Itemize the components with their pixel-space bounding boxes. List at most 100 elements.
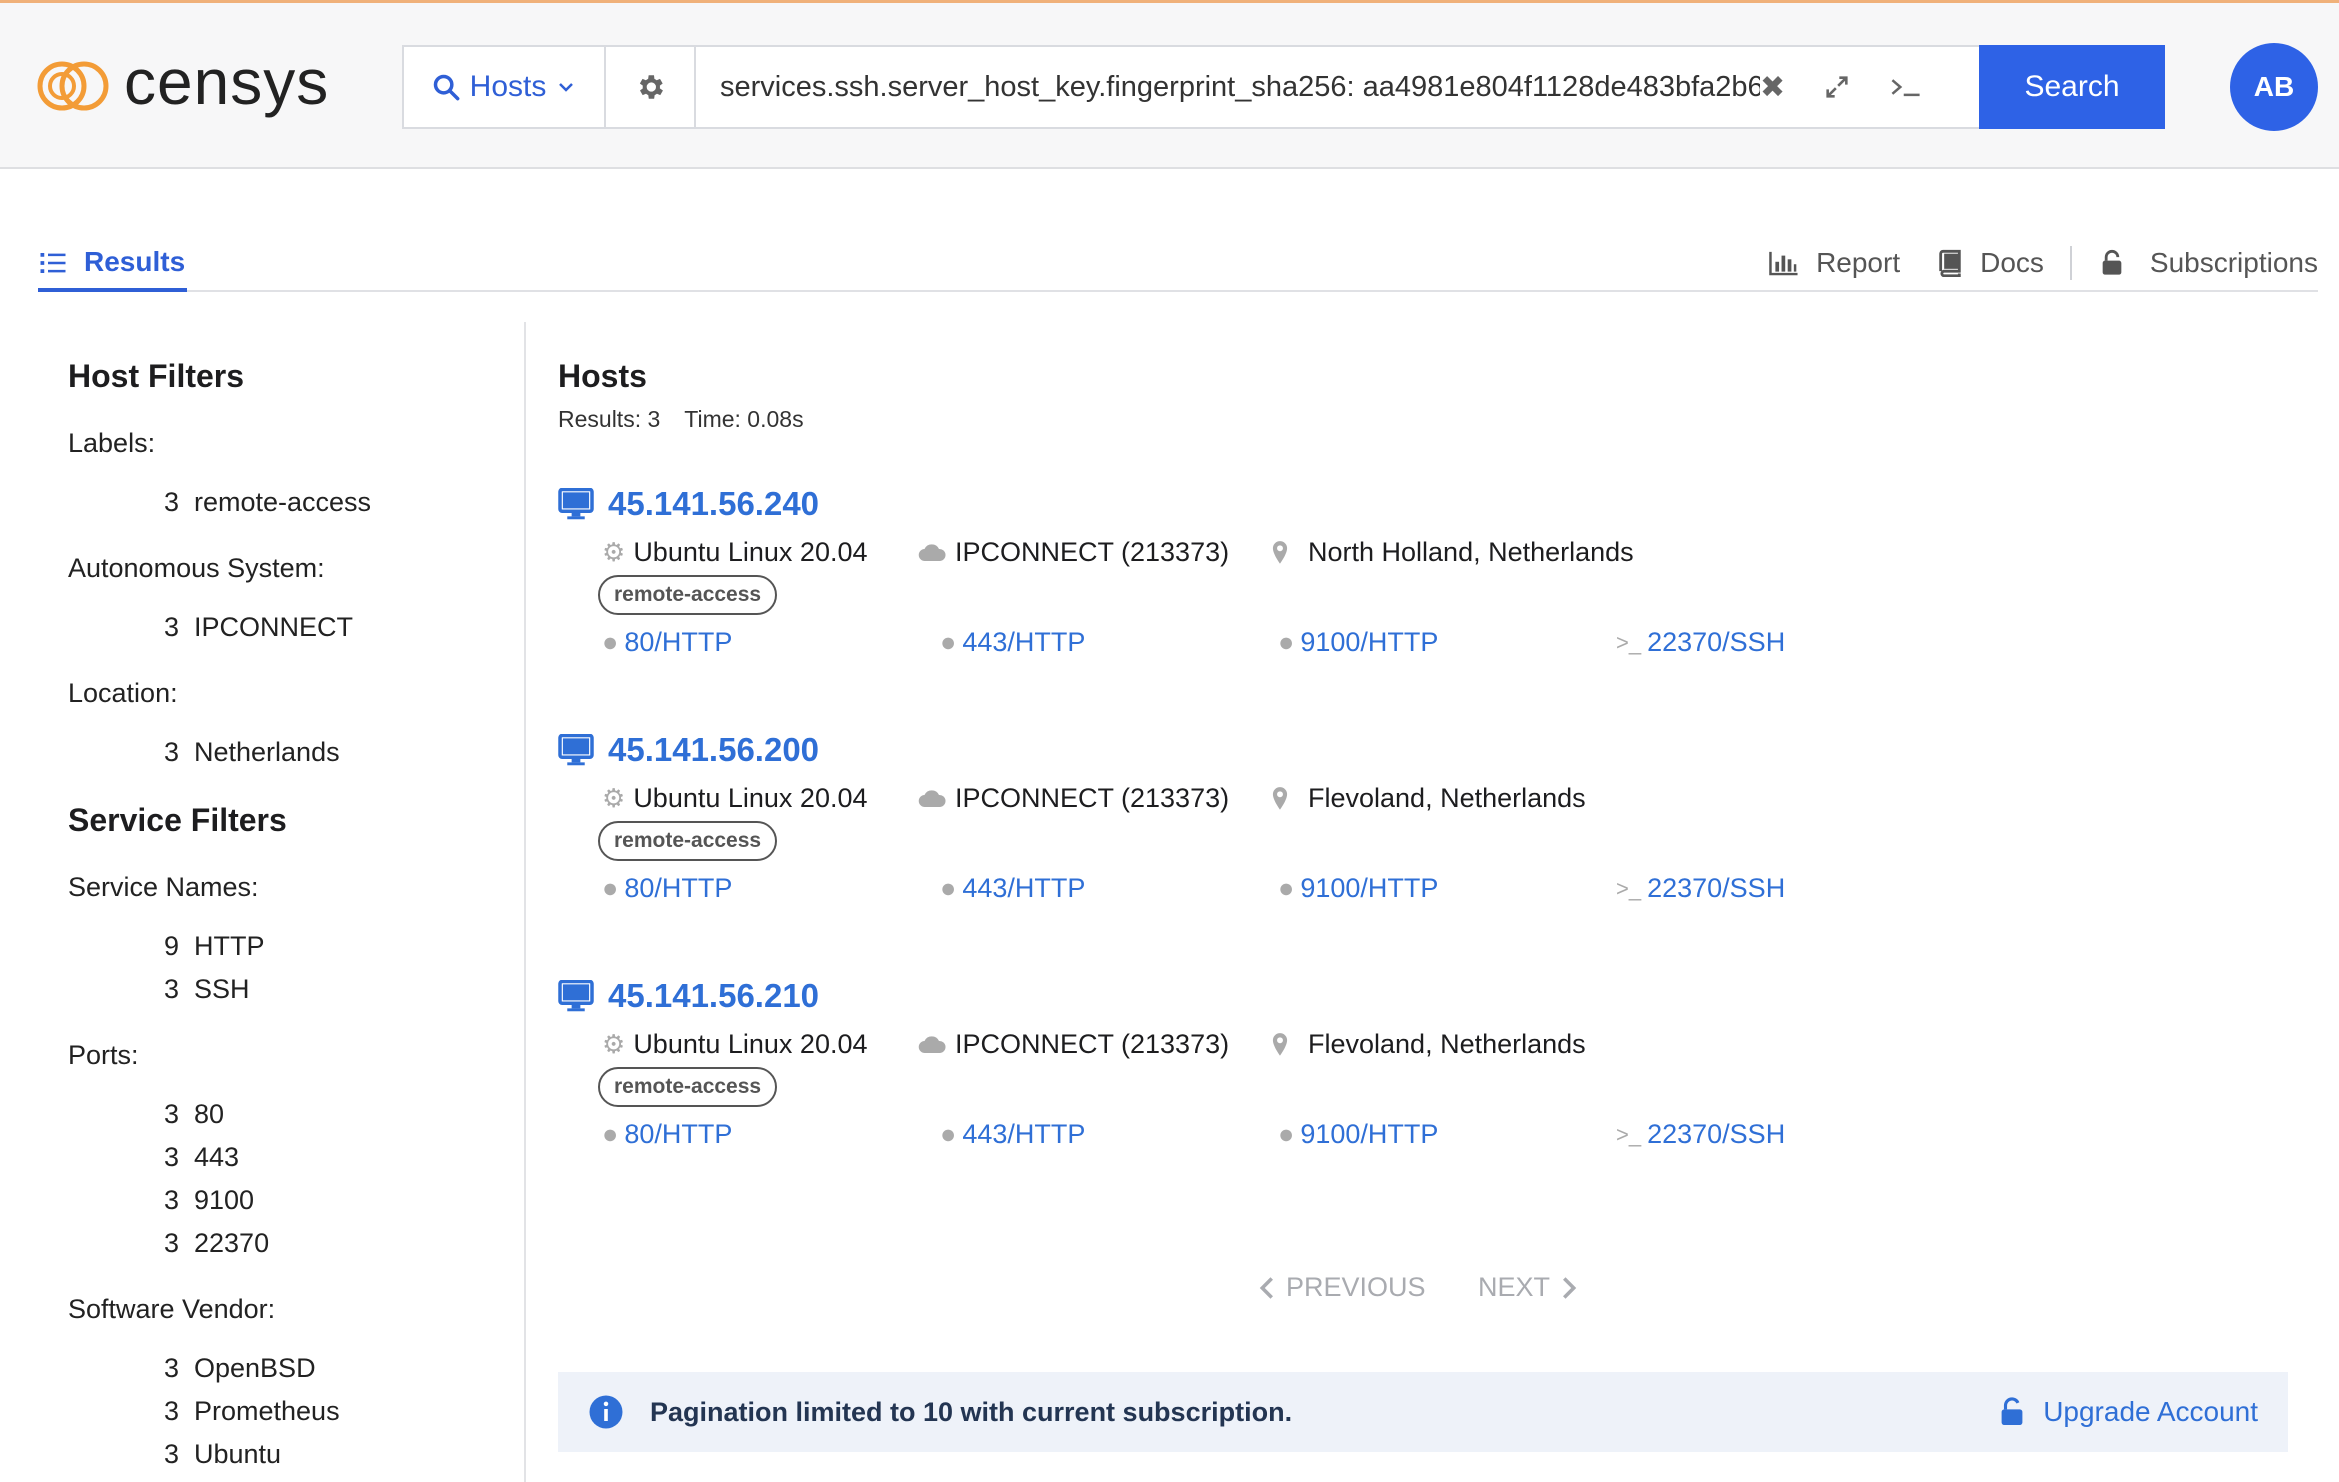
service-label: 443/HTTP [962,873,1086,903]
previous-page-button[interactable]: PREVIOUS [1258,1272,1426,1303]
service-link[interactable]: ● 9100/HTTP [1278,627,1438,658]
host-asn-label: IPCONNECT (213373) [955,1029,1230,1059]
host-os-label: Ubuntu Linux 20.04 [633,783,868,813]
filter-item-port-9100[interactable]: 3 9100 [164,1185,254,1216]
terminal-icon[interactable] [1889,73,1923,101]
service-link[interactable]: ● 443/HTTP [940,1119,1085,1150]
tab-report-label: Report [1816,247,1901,278]
service-link[interactable]: ● 80/HTTP [602,1119,732,1150]
service-link[interactable]: ● 80/HTTP [602,627,732,658]
globe-icon: ● [940,627,957,657]
host-ip: 45.141.56.200 [608,731,820,768]
tab-report[interactable]: Report [1768,247,1900,279]
service-link[interactable]: ● 80/HTTP [602,873,732,904]
globe-icon: ● [1278,873,1295,903]
upgrade-account-link[interactable]: Upgrade Account [1999,1396,2258,1428]
service-link[interactable]: >_ 22370/SSH [1616,627,1785,658]
terminal-icon: >_ [1616,875,1642,901]
filter-name: remote-access [194,487,372,517]
results-meta: Results: 3 Time: 0.08s [558,406,804,433]
service-link[interactable]: >_ 22370/SSH [1616,873,1785,904]
service-link[interactable]: ● 443/HTTP [940,873,1085,904]
monitor-icon [558,734,594,766]
censys-logo[interactable]: censys [36,50,329,121]
search-type-dropdown[interactable]: Hosts [404,47,606,127]
filter-name: Netherlands [194,737,340,767]
globe-icon: ● [602,873,619,903]
host-ip-link[interactable]: 45.141.56.200 [558,731,819,769]
host-asn-label: IPCONNECT (213373) [955,783,1230,813]
host-os: ⚙ Ubuntu Linux 20.04 [602,537,868,568]
search-button[interactable]: Search [1979,45,2165,129]
cloud-icon [918,1035,946,1053]
filter-item-port-80[interactable]: 3 80 [164,1099,224,1130]
filter-item-http[interactable]: 9 HTTP [164,931,265,962]
filter-item-port-443[interactable]: 3 443 [164,1142,239,1173]
filter-count: 9 [164,931,180,961]
service-link[interactable]: ● 9100/HTTP [1278,1119,1438,1150]
query-time: Time: 0.08s [684,406,804,432]
search-settings-button[interactable] [606,47,696,127]
vendor-filter-title: Software Vendor: [68,1294,276,1324]
filter-item-netherlands[interactable]: 3 Netherlands [164,737,340,768]
filter-count: 3 [164,612,180,642]
gear-icon: ⚙ [602,537,626,567]
search-input[interactable] [720,70,1760,104]
filter-name: HTTP [194,931,265,961]
filter-item-remote-access[interactable]: 3 remote-access [164,487,371,518]
service-label: 9100/HTTP [1300,1119,1439,1149]
host-asn: IPCONNECT (213373) [917,537,1229,568]
label-badge[interactable]: remote-access [598,1067,778,1107]
chart-icon [1769,251,1798,276]
next-page-button[interactable]: NEXT [1478,1272,1578,1303]
filter-name: 22370 [194,1228,270,1258]
service-link[interactable]: ● 443/HTTP [940,627,1085,658]
host-ip-link[interactable]: 45.141.56.210 [558,977,819,1015]
map-pin-icon [1272,786,1288,810]
chevron-right-icon [1563,1276,1577,1299]
search-icon [433,74,460,101]
filter-item-prometheus[interactable]: 3 Prometheus [164,1396,340,1427]
service-label: 9100/HTTP [1300,873,1439,903]
tab-subscriptions[interactable]: Subscriptions [2100,247,2318,279]
search-query-area: ✖ [696,47,1979,127]
filter-count: 3 [164,1099,180,1129]
location-filter-title: Location: [68,678,178,708]
list-icon [40,253,66,273]
tab-results[interactable]: Results [38,246,188,292]
map-pin-icon [1272,540,1288,564]
avatar[interactable]: AB [2230,43,2318,131]
results-count: Results: 3 [558,406,661,432]
expand-icon[interactable] [1823,73,1851,101]
host-location-label: North Holland, Netherlands [1308,537,1634,567]
filter-count: 3 [164,737,180,767]
host-ip-link[interactable]: 45.141.56.240 [558,485,819,523]
host-result: 45.141.56.240 ⚙ Ubuntu Linux 20.04 IPCON… [558,485,1858,705]
ports-filter-title: Ports: [68,1040,139,1070]
service-link[interactable]: ● 9100/HTTP [1278,873,1438,904]
filter-item-ssh[interactable]: 3 SSH [164,974,250,1005]
filter-name: SSH [194,974,250,1004]
filter-count: 3 [164,487,180,517]
clear-icon[interactable]: ✖ [1760,70,1785,105]
monitor-icon [558,980,594,1012]
service-label: 22370/SSH [1647,627,1786,657]
gear-icon: ⚙ [602,1029,626,1059]
filter-item-openbsd[interactable]: 3 OpenBSD [164,1353,316,1384]
service-link[interactable]: >_ 22370/SSH [1616,1119,1785,1150]
gear-icon [639,75,663,99]
host-ip: 45.141.56.210 [608,977,820,1014]
globe-icon: ● [1278,1119,1295,1149]
filter-count: 3 [164,1353,180,1383]
search-type-label: Hosts [469,70,547,103]
page-title: Hosts [558,358,647,394]
filter-count: 3 [164,1142,180,1172]
filter-item-ipconnect[interactable]: 3 IPCONNECT [164,612,353,643]
filter-item-port-22370[interactable]: 3 22370 [164,1228,269,1259]
filter-item-ubuntu[interactable]: 3 Ubuntu [164,1439,281,1470]
tab-docs[interactable]: Docs [1936,247,2044,279]
host-ip: 45.141.56.240 [608,485,820,522]
label-badge[interactable]: remote-access [598,821,778,861]
label-badge[interactable]: remote-access [598,575,778,615]
host-location: Flevoland, Netherlands [1270,783,1586,814]
